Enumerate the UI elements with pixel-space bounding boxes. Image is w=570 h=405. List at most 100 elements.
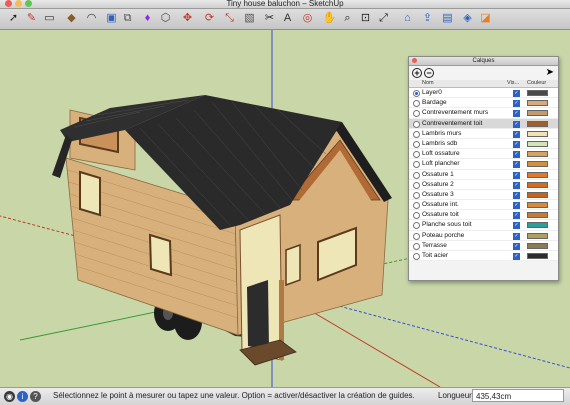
layer-color-swatch[interactable] [527,130,548,137]
rotate-tool-icon[interactable]: ⟳ [202,11,217,26]
style-builder-icon[interactable]: ◪ [478,11,493,26]
instructor-icon[interactable]: ? [30,391,41,402]
layer-row[interactable]: Layer0 ✓ [409,88,558,99]
layer-visibility-checkbox[interactable]: ✓ [513,181,520,189]
active-layer-radio[interactable] [413,191,420,199]
layer-color-swatch[interactable] [527,232,548,239]
active-layer-radio[interactable] [413,140,420,148]
layer-name[interactable]: Planche sous toit [422,220,472,229]
geo-location-icon[interactable]: ◉ [4,391,15,402]
active-layer-radio[interactable] [413,120,420,128]
layers-details-icon[interactable]: ➤ [546,67,554,78]
pencil-tool-icon[interactable]: ✎ [24,11,39,26]
column-header-color[interactable]: Couleur [527,80,546,87]
layer-row[interactable]: Loft ossature ✓ [409,149,558,160]
active-layer-radio[interactable] [413,232,420,240]
layer-row[interactable]: Terrasse ✓ [409,240,558,251]
active-layer-radio[interactable] [413,212,420,220]
layer-name[interactable]: Bardage [422,98,447,107]
layer-color-swatch[interactable] [527,171,548,178]
share-model-icon[interactable]: ⇪ [420,11,435,26]
active-layer-radio[interactable] [413,90,420,97]
layer-row[interactable]: Contreventement toit ✓ [409,118,558,129]
materials-icon[interactable]: ♦ [140,11,155,26]
active-layer-radio[interactable] [413,161,420,169]
layer-row[interactable]: Ossature 2 ✓ [409,179,558,190]
layer-color-swatch[interactable] [527,151,548,158]
select-tool-icon[interactable]: ➚ [6,11,21,26]
zoom-tool-icon[interactable]: ⌕ [340,11,355,26]
zoom-extents-icon[interactable]: ⤢ [376,11,391,26]
measurements-input[interactable]: 435,43cm [472,389,564,402]
layer-color-swatch[interactable] [527,222,548,229]
layer-name[interactable]: Contreventement toit [422,119,482,128]
layer-name[interactable]: Ossature 1 [422,170,454,179]
layer-name[interactable]: Terrasse [422,241,447,250]
paint-bucket-icon[interactable]: ◆ [64,11,79,26]
layer-color-swatch[interactable] [527,181,548,188]
layer-name[interactable]: Loft plancher [422,159,460,168]
active-layer-radio[interactable] [413,202,420,210]
layer-name[interactable]: Lambris murs [422,129,461,138]
layer-visibility-checkbox[interactable]: ✓ [513,232,520,240]
layer-visibility-checkbox[interactable]: ✓ [513,161,520,169]
layer-visibility-checkbox[interactable]: ✓ [513,120,520,128]
active-layer-radio[interactable] [413,151,420,159]
layer-name[interactable]: Ossature toit [422,210,459,219]
orbit-tool-icon[interactable]: ◎ [300,11,315,26]
active-layer-radio[interactable] [413,110,420,118]
layer-name[interactable]: Ossature 3 [422,190,454,199]
layer-row[interactable]: Loft plancher ✓ [409,159,558,170]
layout-icon[interactable]: ◈ [460,11,475,26]
active-layer-radio[interactable] [413,222,420,230]
layer-color-swatch[interactable] [527,202,548,209]
layer-color-swatch[interactable] [527,140,548,147]
add-layer-button[interactable]: + [412,68,422,78]
tape-measure-icon[interactable]: ✂ [262,11,277,26]
layer-color-swatch[interactable] [527,120,548,127]
group-icon[interactable]: ⧉ [120,11,135,26]
offset-tool-icon[interactable]: ▧ [242,11,257,26]
extension-icon[interactable]: ▤ [440,11,455,26]
layer-name[interactable]: Ossature int. [422,200,459,209]
active-layer-radio[interactable] [413,253,420,260]
layer-name[interactable]: Contreventement murs [422,108,488,117]
layer-row[interactable]: Ossature 1 ✓ [409,169,558,180]
layer-name[interactable]: Lambris sdb [422,139,457,148]
layer-row[interactable]: Toit acier ✓ [409,251,558,262]
layer-visibility-checkbox[interactable]: ✓ [513,90,520,97]
layer-name[interactable]: Toit acier [422,251,448,260]
layer-visibility-checkbox[interactable]: ✓ [513,100,520,108]
active-layer-radio[interactable] [413,181,420,189]
components-icon[interactable]: ⬡ [158,11,173,26]
layer-color-swatch[interactable] [527,253,548,259]
layer-row[interactable]: Contreventement murs ✓ [409,108,558,119]
arc-tool-icon[interactable]: ◠ [84,11,99,26]
layer-color-swatch[interactable] [527,212,548,219]
text-tool-icon[interactable]: A [280,11,295,26]
layer-row[interactable]: Planche sous toit ✓ [409,220,558,231]
column-header-name[interactable]: Nom [422,80,434,87]
layer-color-swatch[interactable] [527,161,548,168]
column-header-visible[interactable]: Vis... [507,80,519,87]
layer-visibility-checkbox[interactable]: ✓ [513,140,520,148]
warehouse-icon[interactable]: ⌂ [400,11,415,26]
layer-visibility-checkbox[interactable]: ✓ [513,212,520,220]
active-layer-radio[interactable] [413,100,420,108]
layer-name[interactable]: Ossature 2 [422,180,454,189]
layer-row[interactable]: Ossature int. ✓ [409,200,558,211]
layer-row[interactable]: Lambris murs ✓ [409,128,558,139]
layer-visibility-checkbox[interactable]: ✓ [513,202,520,210]
layer-visibility-checkbox[interactable]: ✓ [513,151,520,159]
layer-row[interactable]: Poteau porche ✓ [409,230,558,241]
layer-color-swatch[interactable] [527,90,548,96]
layer-color-swatch[interactable] [527,100,548,107]
layer-visibility-checkbox[interactable]: ✓ [513,191,520,199]
active-layer-radio[interactable] [413,242,420,250]
delete-layer-button[interactable]: − [424,68,434,78]
layer-row[interactable]: Lambris sdb ✓ [409,138,558,150]
layer-row[interactable]: Ossature 3 ✓ [409,189,558,201]
layer-color-swatch[interactable] [527,191,548,198]
layer-row[interactable]: Bardage ✓ [409,98,558,109]
active-layer-radio[interactable] [413,171,420,179]
